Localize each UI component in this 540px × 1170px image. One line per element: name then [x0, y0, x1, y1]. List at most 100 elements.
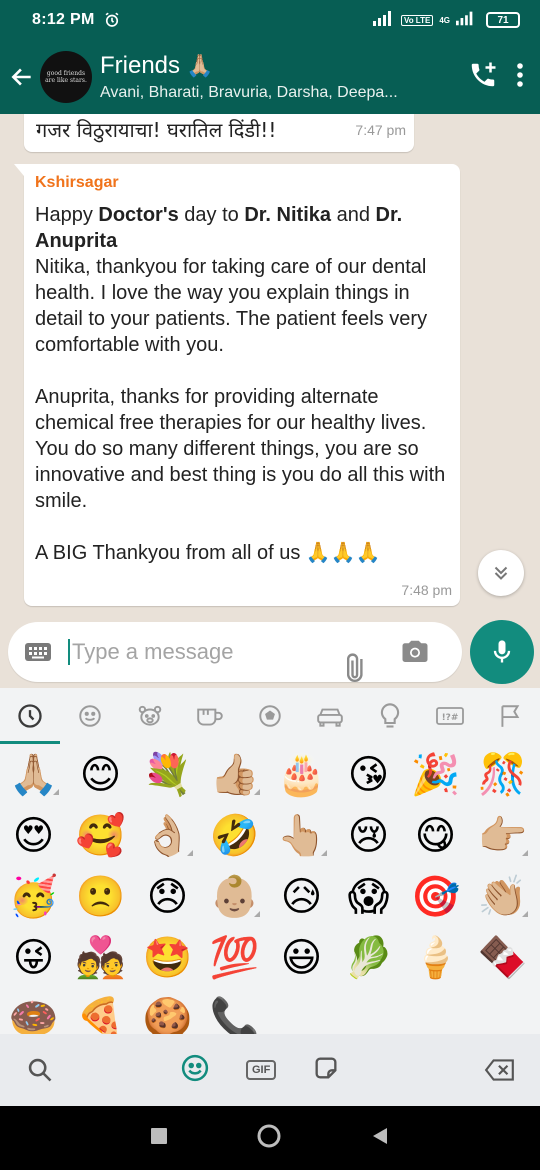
add-call-button[interactable] — [468, 60, 498, 95]
battery-level: 71 — [497, 14, 509, 26]
svg-text:!?#: !?# — [442, 713, 459, 723]
activity-icon[interactable] — [240, 688, 300, 744]
chat-area[interactable]: गजर विठुरायाचा! घरातिल दिंडी!! 7:47 pm K… — [0, 114, 540, 620]
emoji-key[interactable]: 😢 — [335, 805, 402, 866]
emoji-key[interactable]: 👏🏼 — [469, 866, 536, 927]
smileys-icon[interactable] — [60, 688, 120, 744]
system-nav-bar — [0, 1106, 540, 1170]
back-button[interactable] — [4, 40, 40, 114]
emoji-key[interactable]: 😊 — [67, 744, 134, 805]
sender-name[interactable]: Kshirsagar — [35, 174, 119, 192]
emoji-key[interactable]: 🎯 — [402, 866, 469, 927]
volte-badge: Vo LTE — [400, 14, 434, 26]
emoji-key[interactable]: 👆🏼 — [268, 805, 335, 866]
chat-header: good friends are like stars. Friends 🙏🏼 … — [0, 40, 540, 114]
message-paragraph-3: A BIG Thankyou from all of us 🙏🙏🙏 — [35, 542, 381, 564]
message-paragraph-2: Anuprita, thanks for providing alternate… — [35, 386, 446, 512]
back-nav-button[interactable] — [370, 1126, 390, 1151]
emoji-key[interactable]: 🎊 — [469, 744, 536, 805]
emoji-key[interactable]: 🥳 — [0, 866, 67, 927]
group-info[interactable]: Friends 🙏🏼 Avani, Bharati, Bravuria, Dar… — [100, 52, 468, 102]
message-paragraph-1: Nitika, thankyou for taking care of our … — [35, 256, 428, 356]
alarm-icon — [103, 11, 121, 29]
emoji-key[interactable]: 😥 — [268, 866, 335, 927]
gif-button[interactable]: GIF — [246, 1060, 277, 1080]
emoji-key[interactable]: 🤣 — [201, 805, 268, 866]
previous-message-time: 7:47 pm — [355, 122, 406, 138]
emoji-keyboard: !?# 🙏🏼 😊 💐 👍🏼 🎂 😘 🎉 🎊 😍 🥰 👌🏼 🤣 👆🏼 😢 😋 👉🏼 🥳 🙁 😞 👶🏼 😥 😱 🎯 👏🏼 😜 💑 🤩 💯 😃… — [0, 688, 540, 1106]
message-greeting: Happy Doctor's day to Dr. Nitika and Dr.… — [35, 202, 453, 254]
battery-icon: 71 — [486, 12, 520, 28]
more-options-icon[interactable] — [516, 62, 524, 93]
emoji-key[interactable]: 🥬 — [335, 927, 402, 988]
message-body: Happy Doctor's day to Dr. Nitika and Dr.… — [35, 202, 453, 566]
recent-icon[interactable] — [0, 688, 60, 744]
group-name: Friends — [100, 52, 181, 79]
network-type: 4G — [439, 15, 450, 25]
emoji-key[interactable]: 😍 — [0, 805, 67, 866]
previous-message-text: गजर विठुरायाचा! घरातिल दिंडी!! — [36, 118, 277, 142]
signal-icon-2 — [456, 10, 476, 31]
emoji-key[interactable]: 😘 — [335, 744, 402, 805]
emoji-key[interactable]: 🙏🏼 — [0, 744, 67, 805]
objects-icon[interactable] — [360, 688, 420, 744]
sticker-icon[interactable] — [312, 1054, 340, 1087]
emoji-grid: 🙏🏼 😊 💐 👍🏼 🎂 😘 🎉 🎊 😍 🥰 👌🏼 🤣 👆🏼 😢 😋 👉🏼 🥳 🙁 😞 👶🏼 😥 😱 🎯 👏🏼 😜 💑 🤩 💯 😃 🥬 🍦 🍫 🍩… — [0, 744, 540, 1049]
mic-button[interactable] — [470, 620, 534, 684]
message-input[interactable] — [68, 639, 338, 665]
emoji-key[interactable]: 😋 — [402, 805, 469, 866]
attach-icon[interactable] — [344, 636, 376, 682]
greeting-bold-nitika: Dr. Nitika — [244, 204, 332, 226]
emoji-key[interactable]: 👉🏼 — [469, 805, 536, 866]
status-time: 8:12 PM — [32, 11, 95, 28]
signal-icon — [372, 10, 395, 31]
status-bar: 8:12 PM Vo LTE 4G 71 — [0, 0, 540, 40]
emoji-key[interactable]: 😜 — [0, 927, 67, 988]
emoji-key[interactable]: 🙁 — [67, 866, 134, 927]
emoji-key[interactable]: 👍🏼 — [201, 744, 268, 805]
greeting-part: Happy — [35, 204, 99, 226]
emoji-key[interactable]: 😱 — [335, 866, 402, 927]
greeting-bold-doctors: Doctor's — [98, 204, 179, 226]
message-input-box[interactable] — [8, 622, 462, 682]
emoji-key[interactable]: 😞 — [134, 866, 201, 927]
travel-icon[interactable] — [300, 688, 360, 744]
previous-message-bubble[interactable]: गजर विठुरायाचा! घरातिल दिंडी!! 7:47 pm — [24, 114, 414, 152]
group-avatar[interactable]: good friends are like stars. — [40, 51, 92, 103]
emoji-key[interactable]: 💑 — [67, 927, 134, 988]
camera-icon[interactable] — [400, 637, 430, 667]
keyboard-icon[interactable] — [24, 641, 52, 663]
emoji-category-tabs: !?# — [0, 688, 540, 744]
home-button[interactable] — [256, 1123, 282, 1154]
animals-icon[interactable] — [120, 688, 180, 744]
emoji-key[interactable]: 🍫 — [469, 927, 536, 988]
flags-icon[interactable] — [480, 688, 540, 744]
food-icon[interactable] — [180, 688, 240, 744]
emoji-key[interactable]: 🤩 — [134, 927, 201, 988]
emoji-key[interactable]: 💐 — [134, 744, 201, 805]
emoji-key[interactable]: 👶🏼 — [201, 866, 268, 927]
emoji-key[interactable]: 🎉 — [402, 744, 469, 805]
input-bar — [0, 620, 540, 688]
group-emoji: 🙏🏼 — [186, 53, 214, 78]
avatar-text-2: are like stars. — [45, 77, 87, 84]
message-time: 7:48 pm — [401, 582, 452, 598]
message-bubble[interactable]: Kshirsagar Happy Doctor's day to Dr. Nit… — [14, 164, 460, 606]
emoji-key[interactable]: 🍦 — [402, 927, 469, 988]
group-members: Avani, Bharati, Bravuria, Darsha, Deepa.… — [100, 84, 398, 101]
scroll-down-button[interactable] — [478, 550, 524, 596]
emoji-search-icon[interactable] — [26, 1056, 54, 1084]
greeting-part: day to — [178, 204, 245, 226]
recents-button[interactable] — [150, 1127, 168, 1150]
emoji-key[interactable]: 💯 — [201, 927, 268, 988]
emoji-key[interactable]: 🎂 — [268, 744, 335, 805]
greeting-part: and — [331, 204, 376, 226]
avatar-text-1: good friends — [46, 70, 86, 77]
emoji-key[interactable]: 🥰 — [67, 805, 134, 866]
symbols-icon[interactable]: !?# — [420, 688, 480, 744]
emoji-bottom-bar: GIF — [0, 1034, 540, 1106]
emoji-mode-icon[interactable] — [180, 1053, 210, 1088]
backspace-icon[interactable] — [484, 1058, 516, 1082]
emoji-key[interactable]: 😃 — [268, 927, 335, 988]
emoji-key[interactable]: 👌🏼 — [134, 805, 201, 866]
